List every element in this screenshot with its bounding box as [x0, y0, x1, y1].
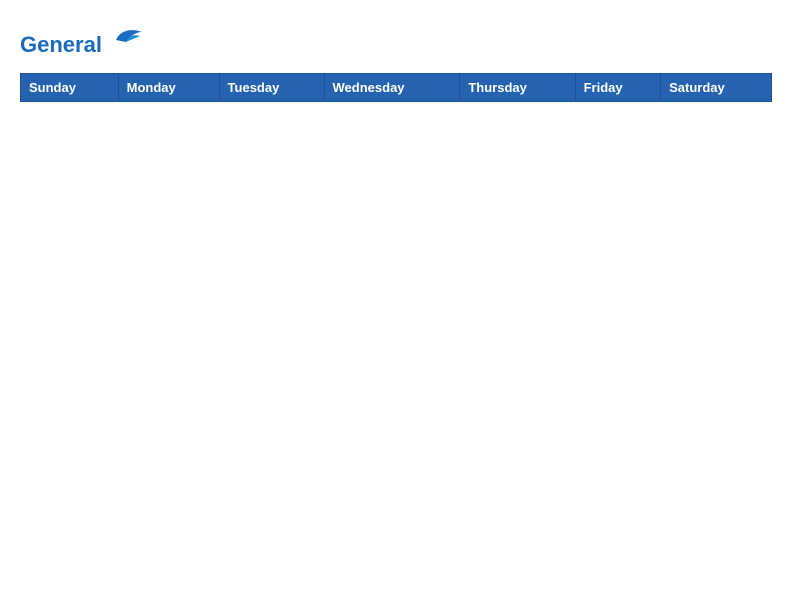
header-sunday: Sunday	[21, 74, 119, 102]
logo-bird-icon	[112, 20, 144, 52]
header-friday: Friday	[575, 74, 660, 102]
logo: General	[20, 20, 144, 57]
page-header: General	[20, 20, 772, 57]
header-thursday: Thursday	[460, 74, 575, 102]
logo-general: General	[20, 32, 102, 57]
header-monday: Monday	[118, 74, 219, 102]
header-saturday: Saturday	[661, 74, 772, 102]
calendar-header-row: SundayMondayTuesdayWednesdayThursdayFrid…	[21, 74, 772, 102]
header-tuesday: Tuesday	[219, 74, 324, 102]
calendar-table: SundayMondayTuesdayWednesdayThursdayFrid…	[20, 73, 772, 102]
header-wednesday: Wednesday	[324, 74, 460, 102]
